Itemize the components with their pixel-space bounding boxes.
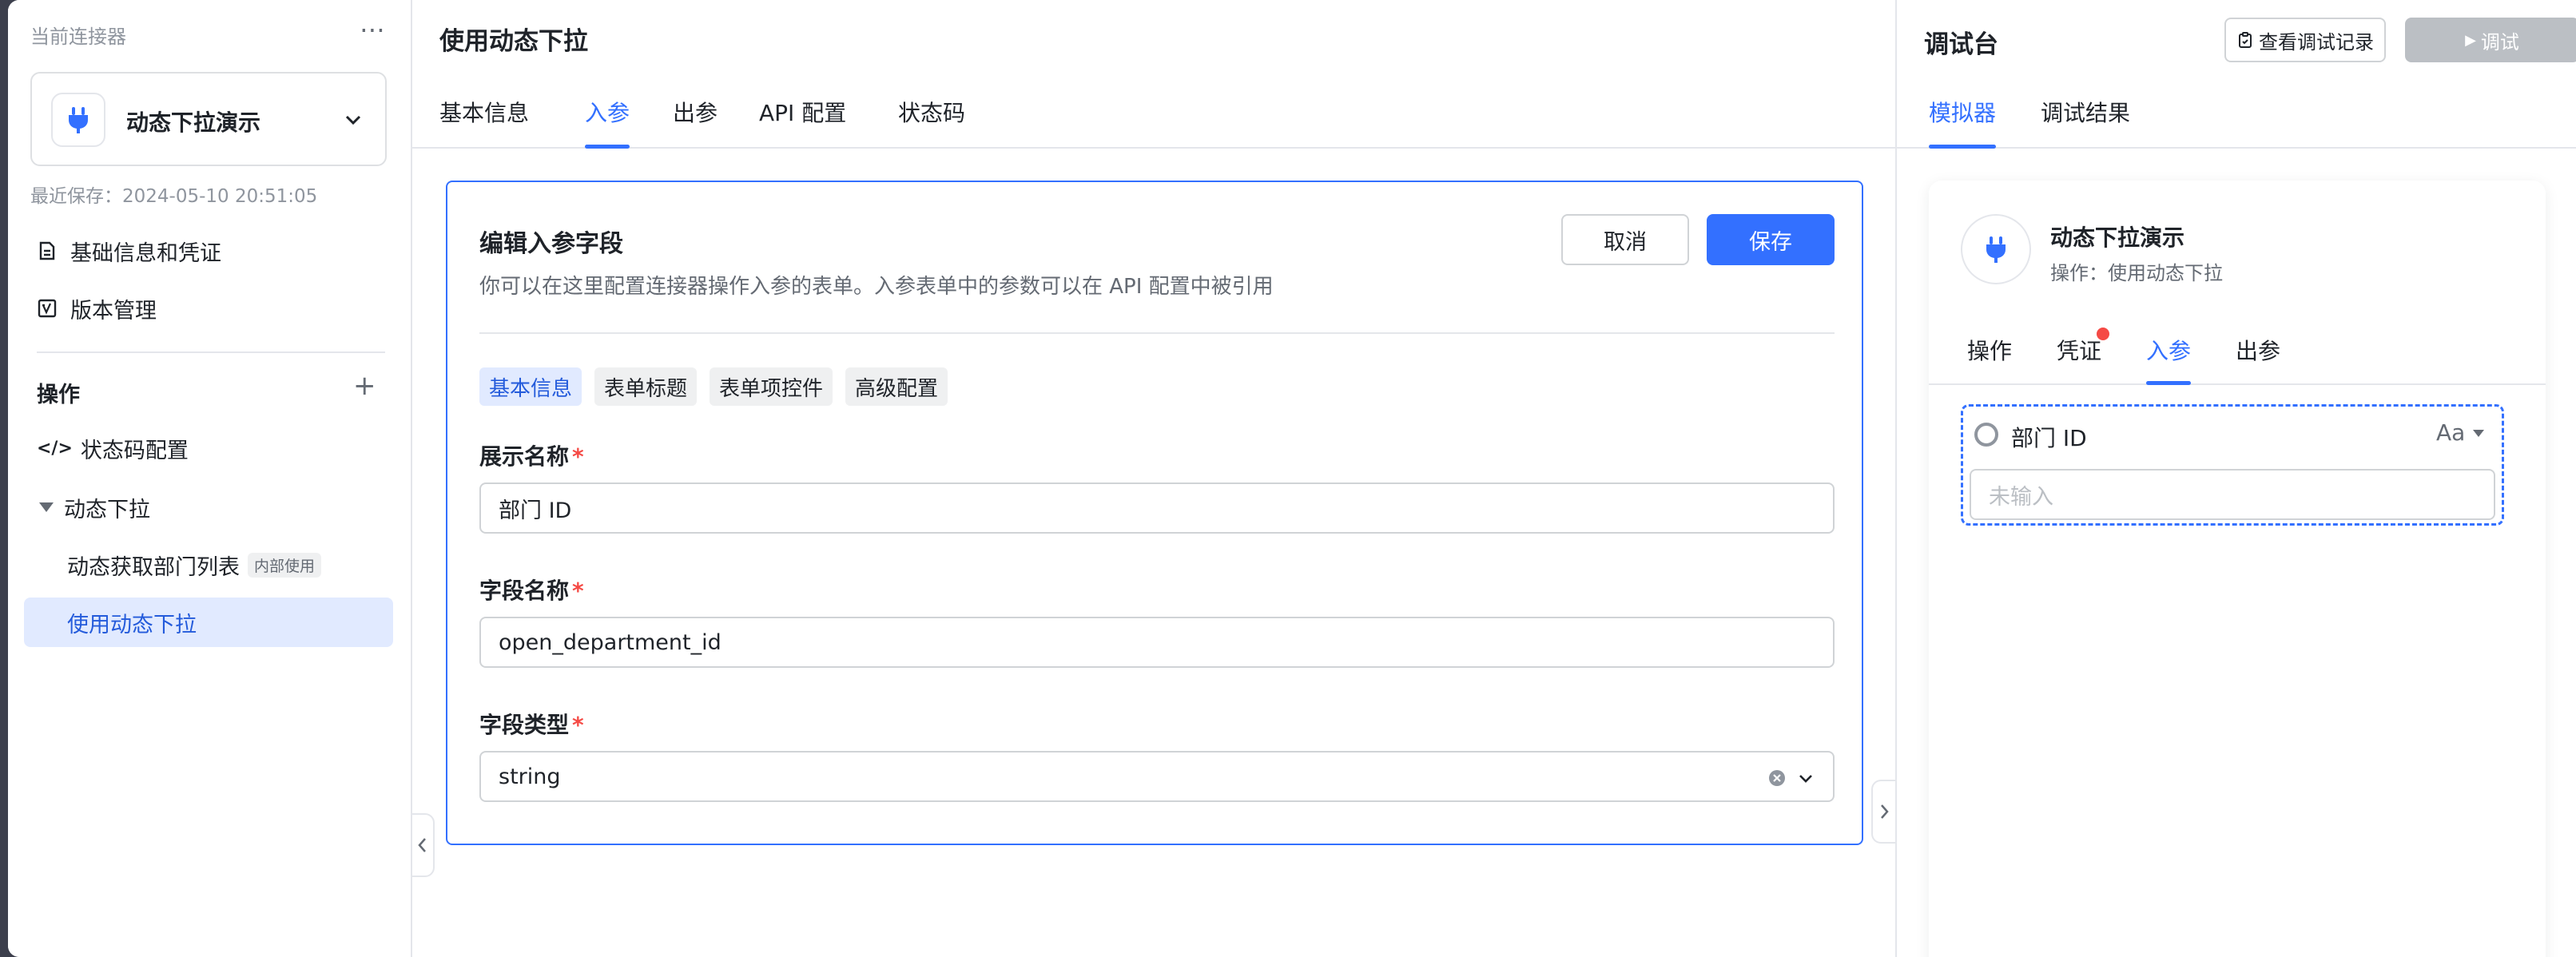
notification-dot: [2097, 328, 2109, 340]
department-id-input[interactable]: 未输入: [1970, 469, 2495, 520]
caret-down-icon: [39, 502, 54, 512]
page-title: 使用动态下拉: [439, 27, 588, 56]
simulator-connector-name: 动态下拉演示: [2050, 224, 2185, 251]
caret-down-icon: [2473, 429, 2485, 437]
required-mark: *: [572, 443, 584, 470]
field-type-value: string: [499, 764, 561, 789]
history-label: 查看调试记录: [2259, 30, 2374, 54]
chevron-down-icon: [1799, 775, 1812, 783]
tab-api-config[interactable]: API 配置: [759, 96, 846, 149]
tab-simulator[interactable]: 模拟器: [1929, 96, 1997, 149]
connector-name: 动态下拉演示: [126, 109, 261, 136]
play-icon: ▶: [2465, 31, 2476, 49]
add-operation-button[interactable]: +: [353, 372, 376, 399]
label-text: 字段名称: [479, 578, 570, 604]
expand-panel-button[interactable]: [1871, 780, 1895, 844]
chevron-left-icon: [418, 838, 426, 852]
sidebar-item-label: 使用动态下拉: [67, 612, 197, 637]
field-name-label: 字段名称 *: [479, 574, 584, 606]
debug-button[interactable]: ▶ 调试: [2405, 18, 2576, 62]
version-icon: [38, 299, 57, 318]
label-text: 展示名称: [479, 443, 570, 470]
sidebar-item-label: 状态码配置: [80, 438, 189, 463]
field-name-input[interactable]: open_department_id: [479, 617, 1835, 668]
debug-panel-title: 调试台: [1924, 30, 1998, 59]
plug-icon: [51, 93, 105, 147]
chip-form-title[interactable]: 表单标题: [594, 367, 698, 406]
simulator-tabs: 操作 凭证 入参 出参: [1929, 323, 2546, 385]
collapse-sidebar-button[interactable]: [411, 813, 435, 877]
tab-status-code[interactable]: 状态码: [898, 96, 965, 149]
main-tabs: 基本信息 入参 出参 API 配置 状态码: [412, 88, 1902, 149]
text-type-icon: Aa: [2436, 419, 2466, 446]
operations-section-title: 操作: [37, 383, 80, 407]
divider: [37, 351, 385, 353]
internal-use-badge: 内部使用: [248, 552, 322, 578]
field-type-select[interactable]: string: [479, 751, 1835, 802]
tab-output-params[interactable]: 出参: [673, 96, 718, 149]
debug-panel: 调试台 查看调试记录 ▶ 调试 模拟器 调试结果 动态下拉演示 操作：使用动态下…: [1895, 0, 2576, 957]
nav-basic-info-label: 基础信息和凭证: [70, 240, 221, 266]
app-window: 当前连接器 ⋯ 动态下拉演示 最近保存：2024-05-10 20:51:05: [8, 0, 2576, 957]
divider: [479, 332, 1835, 334]
tab-input-params[interactable]: 入参: [585, 96, 630, 149]
sidebar: 当前连接器 ⋯ 动态下拉演示 最近保存：2024-05-10 20:51:05: [8, 0, 412, 957]
cancel-button[interactable]: 取消: [1561, 214, 1689, 265]
display-name-label: 展示名称 *: [479, 439, 584, 471]
sidebar-item-status-code[interactable]: </> 状态码配置: [37, 423, 189, 473]
chip-advanced[interactable]: 高级配置: [845, 367, 948, 406]
sidebar-item-dynamic-dropdown[interactable]: 动态下拉: [37, 482, 150, 532]
tab-basic-info[interactable]: 基本信息: [439, 96, 529, 149]
input-field-editor: 编辑入参字段 你可以在这里配置连接器操作入参的表单。入参表单中的参数可以在 AP…: [446, 181, 1863, 845]
field-type-toggle[interactable]: Aa: [2436, 419, 2486, 446]
sidebar-item-fetch-departments[interactable]: 动态获取部门列表 内部使用: [67, 540, 322, 590]
clear-icon[interactable]: [1767, 768, 1787, 788]
code-icon: </>: [37, 438, 73, 459]
plug-icon: [1961, 214, 2031, 284]
display-name-input[interactable]: 部门 ID: [479, 482, 1835, 534]
chevron-right-icon: [1881, 804, 1889, 819]
sidebar-header: 当前连接器: [30, 26, 126, 48]
sidebar-item-use-dynamic-dropdown[interactable]: 使用动态下拉: [24, 598, 393, 647]
simulator-field: 部门 ID Aa 未输入: [1961, 404, 2504, 526]
required-mark: *: [572, 712, 584, 738]
simulator-field-label: 部门 ID: [2011, 425, 2087, 451]
chevron-down-icon: [345, 115, 361, 125]
sidebar-item-label: 动态获取部门列表: [67, 554, 240, 580]
simulator-card: 动态下拉演示 操作：使用动态下拉 操作 凭证 入参 出参 部门 ID Aa 未输…: [1929, 181, 2546, 957]
label-text: 字段类型: [479, 712, 570, 738]
clipboard-icon: [2239, 32, 2252, 48]
required-mark: *: [572, 578, 584, 604]
nav-version-label: 版本管理: [70, 298, 157, 324]
debug-tabs: 模拟器 调试结果: [1897, 88, 2576, 149]
chip-form-control[interactable]: 表单项控件: [710, 367, 833, 406]
document-icon: [39, 241, 55, 260]
tab-debug-result[interactable]: 调试结果: [2041, 96, 2130, 149]
placeholder-text: 未输入: [1989, 484, 2053, 510]
more-icon[interactable]: ⋯: [360, 14, 387, 45]
sim-tab-credential-label: 凭证: [2057, 338, 2102, 364]
connector-selector[interactable]: 动态下拉演示: [30, 72, 387, 166]
section-chips: 基本信息 表单标题 表单项控件 高级配置: [479, 367, 948, 406]
save-button[interactable]: 保存: [1707, 214, 1835, 265]
nav-basic-info[interactable]: 基础信息和凭证: [37, 232, 221, 270]
sidebar-item-label: 动态下拉: [64, 497, 150, 522]
sim-tab-input[interactable]: 入参: [2146, 334, 2192, 385]
field-type-label: 字段类型 *: [479, 708, 584, 740]
radio-button[interactable]: [1974, 423, 1998, 447]
nav-version[interactable]: 版本管理: [37, 289, 157, 328]
debug-label: 调试: [2480, 30, 2519, 54]
chip-basic-info[interactable]: 基本信息: [479, 367, 582, 406]
editor-title: 编辑入参字段: [479, 230, 623, 258]
sim-tab-output[interactable]: 出参: [2236, 334, 2280, 385]
simulator-operation: 操作：使用动态下拉: [2050, 262, 2223, 284]
last-saved: 最近保存：2024-05-10 20:51:05: [30, 186, 318, 207]
sim-tab-operation[interactable]: 操作: [1967, 334, 2012, 385]
editor-description: 你可以在这里配置连接器操作入参的表单。入参表单中的参数可以在 API 配置中被引…: [479, 275, 1274, 299]
view-debug-history-button[interactable]: 查看调试记录: [2224, 18, 2386, 62]
sim-tab-credential[interactable]: 凭证: [2057, 328, 2109, 385]
